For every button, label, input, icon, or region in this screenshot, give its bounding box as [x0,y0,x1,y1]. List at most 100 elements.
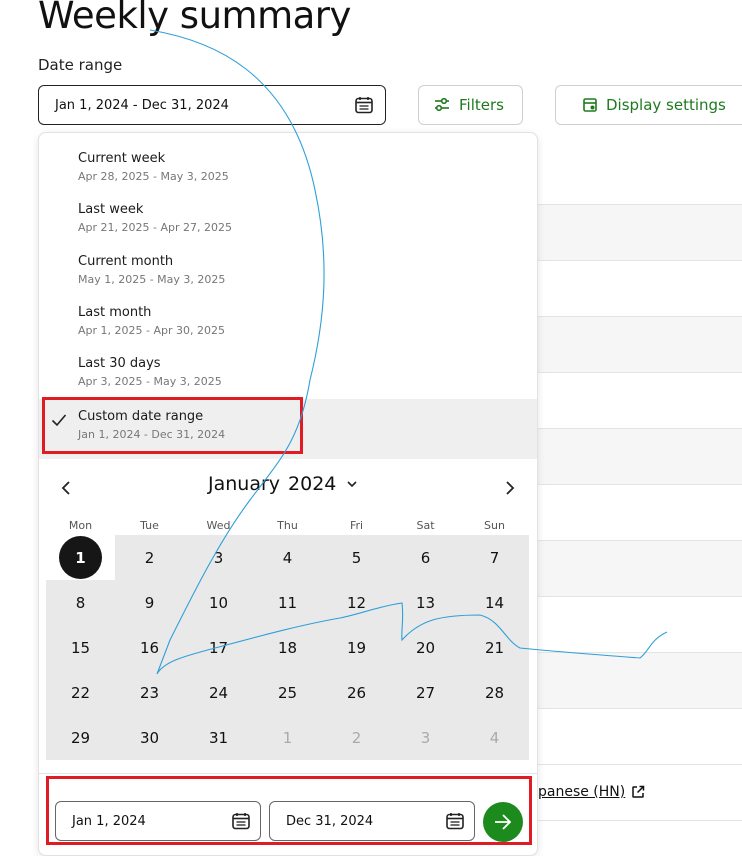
chevron-down-icon [347,481,357,488]
calendar-day-next-month[interactable]: 3 [391,715,460,760]
calendar-day[interactable]: 12 [322,580,391,625]
preset-range: Apr 3, 2025 - May 3, 2025 [78,375,222,388]
weekday-label: Tue [140,519,159,532]
table-row [538,708,742,764]
weekday-label: Sat [416,519,435,532]
date-range-field[interactable]: Jan 1, 2024 - Dec 31, 2024 [38,85,386,125]
calendar-day-next-month[interactable]: 2 [322,715,391,760]
language-link[interactable]: panese (HN) [538,784,645,800]
table-row [538,428,742,484]
month-year-select[interactable]: January 2024 [208,473,358,495]
calendar-icon[interactable] [353,94,375,116]
preset-label: Current month [78,254,174,269]
weekday-label: Fri [349,519,364,532]
table-row [538,260,742,316]
preset-current-week[interactable]: Current week Apr 28, 2025 - May 3, 2025 [39,133,537,184]
calendar-day[interactable]: 15 [46,625,115,670]
divider [39,773,537,774]
display-settings-button[interactable]: Display settings [555,85,742,125]
calendar-day[interactable]: 3 [184,535,253,580]
calendar-day[interactable]: 11 [253,580,322,625]
calendar-day[interactable]: 14 [460,580,529,625]
preset-range: May 1, 2025 - May 3, 2025 [78,273,226,286]
calendar-day[interactable]: 8 [46,580,115,625]
calendar-day[interactable]: 29 [46,715,115,760]
calendar-day[interactable]: 28 [460,670,529,715]
start-date-input[interactable]: Jan 1, 2024 [55,801,261,841]
preset-label: Last month [78,305,152,320]
preset-last-week[interactable]: Last week Apr 21, 2025 - Apr 27, 2025 [39,184,537,235]
display-settings-label: Display settings [606,96,726,114]
calendar-day[interactable]: 22 [46,670,115,715]
date-range-label: Date range [38,56,123,74]
calendar-year: 2024 [288,473,337,495]
calendar-day[interactable]: 18 [253,625,322,670]
start-date-value: Jan 1, 2024 [72,813,146,829]
calendar-icon[interactable] [444,810,466,832]
preset-custom-date-range[interactable]: Custom date range Jan 1, 2024 - Dec 31, … [39,399,537,459]
day-number: 1 [59,536,102,579]
apply-button[interactable] [483,802,523,842]
filters-label: Filters [459,96,504,114]
table-row [538,652,742,708]
display-settings-icon [583,98,597,112]
calendar-day[interactable]: 4 [253,535,322,580]
calendar-day-next-month[interactable]: 1 [253,715,322,760]
chevron-right-icon [506,481,515,495]
weekday-label: Wed [206,519,231,532]
weekday-label: Sun [484,519,505,532]
preset-range: Apr 1, 2025 - Apr 30, 2025 [78,324,225,337]
table-row [538,484,742,540]
preset-label: Current week [78,151,166,166]
calendar-day[interactable]: 7 [460,535,529,580]
preset-range: Apr 28, 2025 - May 3, 2025 [78,170,229,183]
calendar-day[interactable]: 5 [322,535,391,580]
calendar-day-selected[interactable]: 1 [46,535,115,580]
calendar-day[interactable]: 6 [391,535,460,580]
preset-last-30-days[interactable]: Last 30 days Apr 3, 2025 - May 3, 2025 [39,338,537,389]
table-row [538,540,742,596]
calendar-day[interactable]: 19 [322,625,391,670]
calendar-icon[interactable] [230,810,252,832]
calendar-day[interactable]: 17 [184,625,253,670]
date-range-value: Jan 1, 2024 - Dec 31, 2024 [55,97,229,113]
calendar-day[interactable]: 31 [184,715,253,760]
weekday-label: Thu [277,519,298,532]
table-row [538,316,742,372]
calendar-day[interactable]: 24 [184,670,253,715]
calendar-day-next-month[interactable]: 4 [460,715,529,760]
calendar-day[interactable]: 25 [253,670,322,715]
table-row [538,204,742,260]
calendar-day[interactable]: 16 [115,625,184,670]
weekday-label: Mon [68,519,93,532]
date-range-dropdown: Current week Apr 28, 2025 - May 3, 2025 … [38,132,538,856]
calendar-month: January [208,473,281,495]
calendar-day[interactable]: 10 [184,580,253,625]
preset-last-month[interactable]: Last month Apr 1, 2025 - Apr 30, 2025 [39,287,537,338]
calendar-day[interactable]: 23 [115,670,184,715]
filters-button[interactable]: Filters [418,85,523,125]
calendar-day[interactable]: 13 [391,580,460,625]
background-table [538,150,742,856]
preset-label: Custom date range [78,409,204,424]
end-date-input[interactable]: Dec 31, 2024 [269,801,475,841]
calendar-day[interactable]: 20 [391,625,460,670]
calendar-day[interactable]: 30 [115,715,184,760]
next-month-button[interactable] [497,475,523,501]
page-title: Weekly summary [38,0,351,37]
calendar-day[interactable]: 2 [115,535,184,580]
preset-label: Last week [78,202,144,217]
calendar-day[interactable]: 21 [460,625,529,670]
calendar-grid: 1 2 3 4 5 6 7 8 9 10 11 12 13 14 15 16 1… [46,535,531,760]
preset-range: Jan 1, 2024 - Dec 31, 2024 [78,428,226,441]
arrow-right-icon [495,814,512,830]
calendar-day[interactable]: 9 [115,580,184,625]
calendar-day[interactable]: 27 [391,670,460,715]
previous-month-button[interactable] [53,475,79,501]
preset-label: Last 30 days [78,356,161,371]
preset-current-month[interactable]: Current month May 1, 2025 - May 3, 2025 [39,236,537,287]
table-row [538,820,742,856]
chevron-left-icon [61,481,70,495]
external-link-icon [632,785,645,798]
calendar-day[interactable]: 26 [322,670,391,715]
